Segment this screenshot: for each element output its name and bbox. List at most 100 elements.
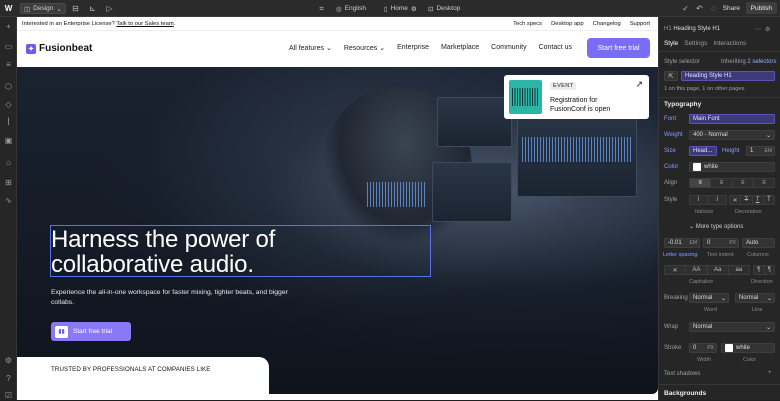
align-justify-icon[interactable]: ≡ (754, 179, 774, 187)
no-case-icon[interactable]: ✕ (665, 266, 687, 274)
publish-button[interactable]: Publish (745, 2, 777, 14)
audit-icon[interactable]: ∿ (3, 195, 14, 206)
layers-icon[interactable]: ⊟ (70, 3, 81, 14)
backgrounds-heading[interactable]: Backgrounds (664, 390, 706, 397)
mode-label: Design (33, 5, 54, 12)
check-icon[interactable]: ✓ (680, 3, 691, 14)
italic-control[interactable]: I I (689, 195, 727, 205)
weight-select[interactable]: 400 - Normal ⌄ (689, 130, 775, 140)
columns-caption: Columns (747, 252, 769, 258)
no-decoration-icon[interactable]: ✕ (730, 196, 742, 204)
letter-spacing-field[interactable]: -0.01 EM (664, 238, 700, 248)
share-button[interactable]: Share (719, 2, 744, 14)
more-icon[interactable]: ⋯ (755, 26, 761, 33)
hero-heading[interactable]: Harness the power of collaborative audio… (51, 227, 275, 277)
nav-all-features[interactable]: All features ⌄ (289, 44, 332, 52)
align-control[interactable]: ≡ ≡ ≡ ≡ (689, 178, 775, 188)
line-break-select[interactable]: Normal ⌄ (735, 293, 775, 303)
styles-icon[interactable]: ꟾ (3, 117, 14, 128)
cms-icon[interactable]: ⌂ (3, 157, 14, 168)
stroke-color-field[interactable]: white (721, 343, 775, 353)
arrow-up-right-icon: ↗ (635, 79, 643, 89)
page-selector[interactable]: ▯ Home ⚙ (384, 3, 417, 14)
comment-icon[interactable]: ◌ (708, 3, 719, 14)
strikethrough-icon[interactable]: T (741, 196, 753, 204)
nav-marketplace[interactable]: Marketplace (441, 44, 479, 52)
components-icon[interactable]: ⬡ (3, 81, 14, 92)
design-canvas[interactable]: Interested in an Enterprise License? Tal… (17, 17, 658, 400)
italic-off-icon[interactable]: I (690, 196, 709, 204)
component-icon[interactable]: ⚙ (765, 26, 770, 33)
direction-control[interactable]: ¶ ¶ (753, 265, 775, 275)
site-logo[interactable]: ✦ Fusionbeat (26, 43, 92, 54)
variables-icon[interactable]: ◇ (3, 99, 14, 110)
stroke-width-field[interactable]: 0 PX (689, 343, 717, 353)
nav-resources[interactable]: Resources ⌄ (344, 44, 385, 52)
support-link[interactable]: Support (630, 21, 650, 27)
settings-icon[interactable]: ⚙ (3, 355, 14, 366)
more-type-options[interactable]: ⌄ More type options (689, 223, 743, 230)
site-navbar: ✦ Fusionbeat All features ⌄ Resources ⌄ … (17, 31, 658, 67)
changelog-link[interactable]: Changelog (593, 21, 621, 27)
lowercase-icon[interactable]: aa (729, 266, 749, 274)
align-center-icon[interactable]: ≡ (711, 179, 733, 187)
selector-mode-icon[interactable]: ⇱ (664, 71, 678, 81)
help-icon[interactable]: ? (3, 373, 14, 384)
font-select[interactable]: Main Font (689, 114, 775, 124)
tab-style[interactable]: Style (664, 40, 678, 47)
selector-field[interactable]: Heading Style H1 (681, 71, 775, 81)
tech-specs-link[interactable]: Tech specs (513, 21, 542, 27)
columns-field[interactable]: Auto (742, 238, 775, 248)
width-caption: Width (697, 357, 712, 363)
hero-start-trial-button[interactable]: ▮▮ Start free trial (51, 322, 131, 341)
play-icon[interactable]: ▷ (104, 3, 115, 14)
language-selector[interactable]: ◎ English (336, 3, 366, 14)
typography-heading[interactable]: Typography (664, 101, 701, 108)
nav-contact[interactable]: Contact us (539, 44, 572, 52)
event-card[interactable]: EVENT Registration for FusionConf is ope… (504, 75, 649, 119)
apps-icon[interactable]: ⊞ (3, 177, 14, 188)
nav-enterprise[interactable]: Enterprise (397, 44, 429, 52)
height-field[interactable]: 1 EM (746, 146, 775, 156)
color-label: Color (664, 164, 679, 170)
desktop-app-link[interactable]: Desktop app (551, 21, 584, 27)
uppercase-icon[interactable]: AA (686, 266, 708, 274)
ltr-icon[interactable]: ¶ (754, 266, 765, 274)
mode-dropdown[interactable]: ◫ Design ⌄ (20, 3, 66, 14)
assets-icon[interactable]: ▣ (3, 135, 14, 146)
nav-community[interactable]: Community (491, 44, 526, 52)
word-break-select[interactable]: Normal ⌄ (689, 293, 729, 303)
color-field[interactable]: white (689, 162, 775, 172)
overline-icon[interactable]: T̄ (764, 196, 774, 204)
checklist-icon[interactable]: ☑ (3, 390, 14, 401)
tab-interactions[interactable]: Interactions (713, 40, 746, 47)
webflow-logo-icon[interactable]: W (3, 3, 14, 14)
wrap-select[interactable]: Normal ⌄ (689, 322, 775, 332)
rtl-icon[interactable]: ¶ (765, 266, 775, 274)
undo-icon[interactable]: ↶ (694, 3, 705, 14)
letter-spacing-caption: Letter spacing (663, 252, 698, 258)
align-right-icon[interactable]: ≡ (733, 179, 754, 187)
text-indent-field[interactable]: 0 PX (703, 238, 739, 248)
underline-icon[interactable]: T (753, 196, 764, 204)
italic-on-icon[interactable]: I (709, 196, 727, 204)
size-field[interactable]: Head... (689, 146, 717, 156)
add-shadow-icon[interactable]: + (768, 370, 772, 376)
color-caption: Color (743, 357, 757, 363)
globe-icon: ◎ (336, 5, 342, 13)
titlecase-icon[interactable]: Aa (708, 266, 729, 274)
pages-icon[interactable]: ▭ (3, 41, 14, 52)
tab-settings[interactable]: Settings (684, 40, 707, 47)
decoration-control[interactable]: ✕ T T T̄ (729, 195, 775, 205)
nav-start-trial-button[interactable]: Start free trial (587, 38, 650, 58)
breakpoint-selector[interactable]: ⊡ Desktop (428, 3, 460, 14)
graph-icon[interactable]: ⊾ (87, 3, 98, 14)
add-icon[interactable]: + (3, 21, 14, 32)
sales-link[interactable]: Talk to our Sales team (116, 21, 173, 27)
navigator-icon[interactable]: ≡ (3, 59, 14, 70)
capitalize-control[interactable]: ✕ AA Aa aa (664, 265, 750, 275)
align-left-icon[interactable]: ≡ (690, 179, 712, 187)
element-title: H1 Heading Style H1 (664, 26, 721, 32)
fit-screen-icon[interactable]: ⌗ (316, 3, 327, 14)
gear-icon: ⚙ (410, 5, 417, 13)
